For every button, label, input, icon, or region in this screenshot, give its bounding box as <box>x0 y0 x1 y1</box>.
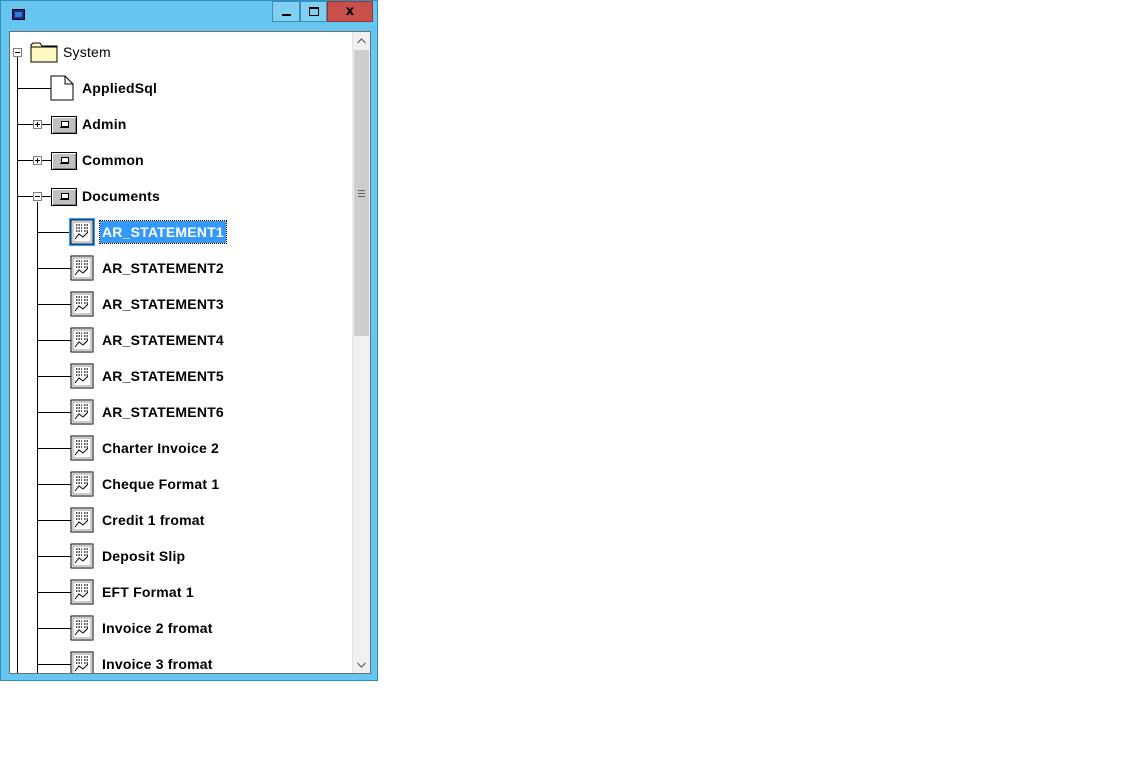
scroll-up-button[interactable] <box>353 32 370 49</box>
expander-system[interactable] <box>13 48 22 57</box>
tree-node-documents[interactable]: Documents <box>80 186 162 206</box>
maximize-button[interactable] <box>300 1 327 22</box>
tree-line <box>38 484 71 485</box>
module-icon <box>51 188 77 206</box>
report-icon <box>70 399 94 425</box>
report-icon <box>69 218 95 246</box>
tree-line <box>18 88 51 89</box>
report-icon <box>70 471 94 497</box>
tree-node-document[interactable]: Deposit Slip <box>100 546 187 566</box>
tree-node-document[interactable]: Invoice 2 fromat <box>100 618 215 638</box>
report-icon <box>70 615 94 641</box>
chevron-down-icon <box>357 662 366 668</box>
report-icon <box>70 435 94 461</box>
tree-line <box>18 124 34 125</box>
tree-line <box>38 628 71 629</box>
maximize-icon <box>308 7 319 16</box>
tree-node-document[interactable]: AR_STATEMENT2 <box>100 258 226 278</box>
tree-node-document[interactable]: EFT Format 1 <box>100 582 196 602</box>
expander-admin[interactable] <box>33 120 42 129</box>
tree-node-appliedsql[interactable]: AppliedSql <box>80 78 159 98</box>
tree-node-document[interactable]: Cheque Format 1 <box>100 474 221 494</box>
tree-view[interactable]: System AppliedSql Admin Common Documents <box>9 31 371 674</box>
vertical-scrollbar[interactable] <box>352 32 370 673</box>
tree-line <box>42 196 51 197</box>
report-icon <box>70 579 94 605</box>
tree-line <box>38 556 71 557</box>
tree-line <box>38 376 71 377</box>
tree-line <box>42 124 51 125</box>
tree-node-document[interactable]: Charter Invoice 2 <box>100 438 221 458</box>
tree-content: System AppliedSql Admin Common Documents <box>10 32 352 673</box>
module-icon <box>51 152 77 170</box>
tree-line <box>42 160 51 161</box>
expander-documents[interactable] <box>33 192 42 201</box>
report-icon <box>70 507 94 533</box>
expander-common[interactable] <box>33 156 42 165</box>
scroll-down-button[interactable] <box>353 656 370 673</box>
report-icon <box>70 255 94 281</box>
report-icon <box>70 651 94 673</box>
page-icon <box>50 75 74 101</box>
tree-line <box>18 196 34 197</box>
tree-line <box>38 664 71 665</box>
tree-node-document[interactable]: AR_STATEMENT1 <box>99 220 227 244</box>
tree-line <box>38 340 71 341</box>
tree-line <box>38 268 71 269</box>
tree-window: x System AppliedSql Admin Common Documen… <box>0 0 378 681</box>
tree-line <box>38 592 71 593</box>
folder-icon <box>30 42 58 63</box>
tree-node-document[interactable]: AR_STATEMENT6 <box>100 402 226 422</box>
tree-line <box>38 304 71 305</box>
tree-line <box>18 160 34 161</box>
tree-line-root <box>17 57 18 673</box>
tree-node-common[interactable]: Common <box>80 150 146 170</box>
tree-node-system[interactable]: System <box>61 42 113 62</box>
tree-node-document[interactable]: AR_STATEMENT5 <box>100 366 226 386</box>
tree-line <box>38 448 71 449</box>
tree-node-document[interactable]: Invoice 3 fromat <box>100 654 215 673</box>
report-icon <box>70 543 94 569</box>
tree-line-documents <box>37 202 38 673</box>
chevron-up-icon <box>357 37 366 43</box>
scroll-thumb[interactable] <box>354 50 369 336</box>
close-button[interactable]: x <box>327 1 373 22</box>
tree-node-admin[interactable]: Admin <box>80 114 129 134</box>
tree-line <box>38 232 71 233</box>
minimize-button[interactable] <box>272 1 300 22</box>
report-icon <box>70 363 94 389</box>
system-menu-icon[interactable] <box>12 9 25 20</box>
tree-line <box>38 520 71 521</box>
report-icon <box>70 327 94 353</box>
close-icon: x <box>345 4 355 19</box>
tree-line <box>38 412 71 413</box>
tree-node-document[interactable]: AR_STATEMENT4 <box>100 330 226 350</box>
grip-icon <box>358 190 365 197</box>
minimize-icon <box>281 14 291 16</box>
tree-node-document[interactable]: Credit 1 fromat <box>100 510 207 530</box>
tree-node-document[interactable]: AR_STATEMENT3 <box>100 294 226 314</box>
report-icon <box>70 291 94 317</box>
module-icon <box>51 116 77 134</box>
